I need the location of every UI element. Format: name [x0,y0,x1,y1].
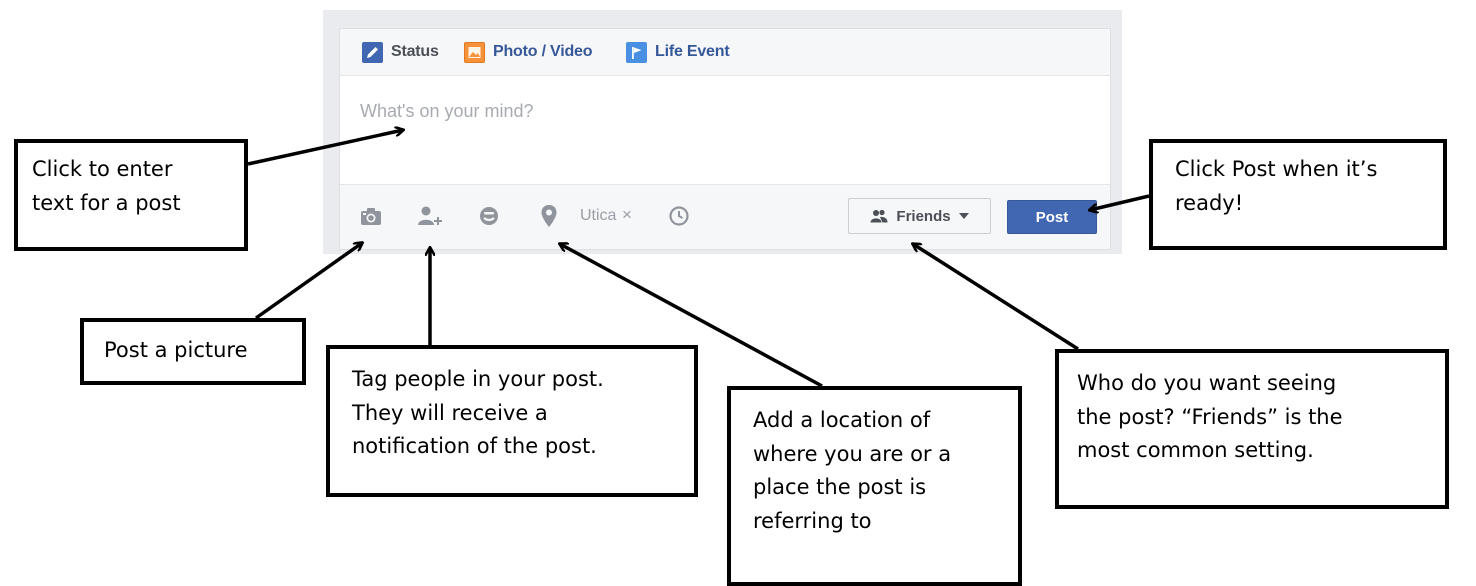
photo-icon [464,41,485,63]
callout-line: Click to enter [32,157,173,181]
arrow-to-audience [913,244,1079,351]
callout-line: Post a picture [104,338,248,362]
friends-icon [870,209,888,223]
callout-line: referring to [753,508,872,533]
callout-line: Tag people in your post. [352,367,604,391]
callout-post-picture: Post a picture [80,318,306,385]
clock-icon[interactable] [664,201,694,231]
camera-icon[interactable] [356,201,386,231]
post-composer: Status Photo / Video Life Event What's o… [339,28,1111,250]
callout-line: ready! [1175,190,1244,215]
flag-icon [626,41,647,63]
callout-line: the post? “Friends” is the [1077,404,1343,429]
callout-location: Add a location of where you are or a pla… [727,386,1022,586]
callout-line: Add a location of [753,408,931,432]
status-textarea[interactable]: What's on your mind? [340,75,1110,187]
callout-audience: Who do you want seeing the post? “Friend… [1055,349,1449,509]
post-button[interactable]: Post [1007,200,1097,234]
status-placeholder: What's on your mind? [360,101,534,121]
callout-post-ready: Click Post when it’s ready! [1149,139,1447,250]
audience-selector[interactable]: Friends [848,198,991,234]
callout-line: They will receive a [352,400,548,425]
arrow-to-camera [254,243,362,320]
callout-line: most common setting. [1077,438,1314,463]
callout-line: place the post is [753,475,927,500]
tab-life-event-label: Life Event [655,43,730,60]
callout-line: Click Post when it’s [1175,157,1378,181]
location-text[interactable]: Utica [580,207,616,225]
tab-photo-video-label: Photo / Video [493,43,593,60]
callout-tag-people: Tag people in your post. They will recei… [326,345,698,497]
tab-status[interactable]: Status [362,41,439,63]
pencil-icon [362,41,383,63]
composer-tabs: Status Photo / Video Life Event [340,29,1110,76]
feeling-icon[interactable] [474,201,504,231]
callout-line: where you are or a [753,441,952,466]
tag-people-icon[interactable] [416,201,446,231]
location-pin-icon[interactable] [534,201,564,231]
callout-line: text for a post [32,190,181,215]
tab-status-label: Status [391,43,439,60]
composer-toolbar: Utica × Friends Post [340,184,1110,249]
chevron-down-icon [958,213,969,219]
location-remove[interactable]: × [622,205,632,225]
audience-label: Friends [896,207,951,225]
tab-life-event[interactable]: Life Event [626,41,730,63]
tab-photo-video[interactable]: Photo / Video [464,41,593,63]
callout-enter-text: Click to enter text for a post [14,139,248,251]
callout-line: notification of the post. [352,434,597,459]
callout-line: Who do you want seeing [1077,371,1337,395]
